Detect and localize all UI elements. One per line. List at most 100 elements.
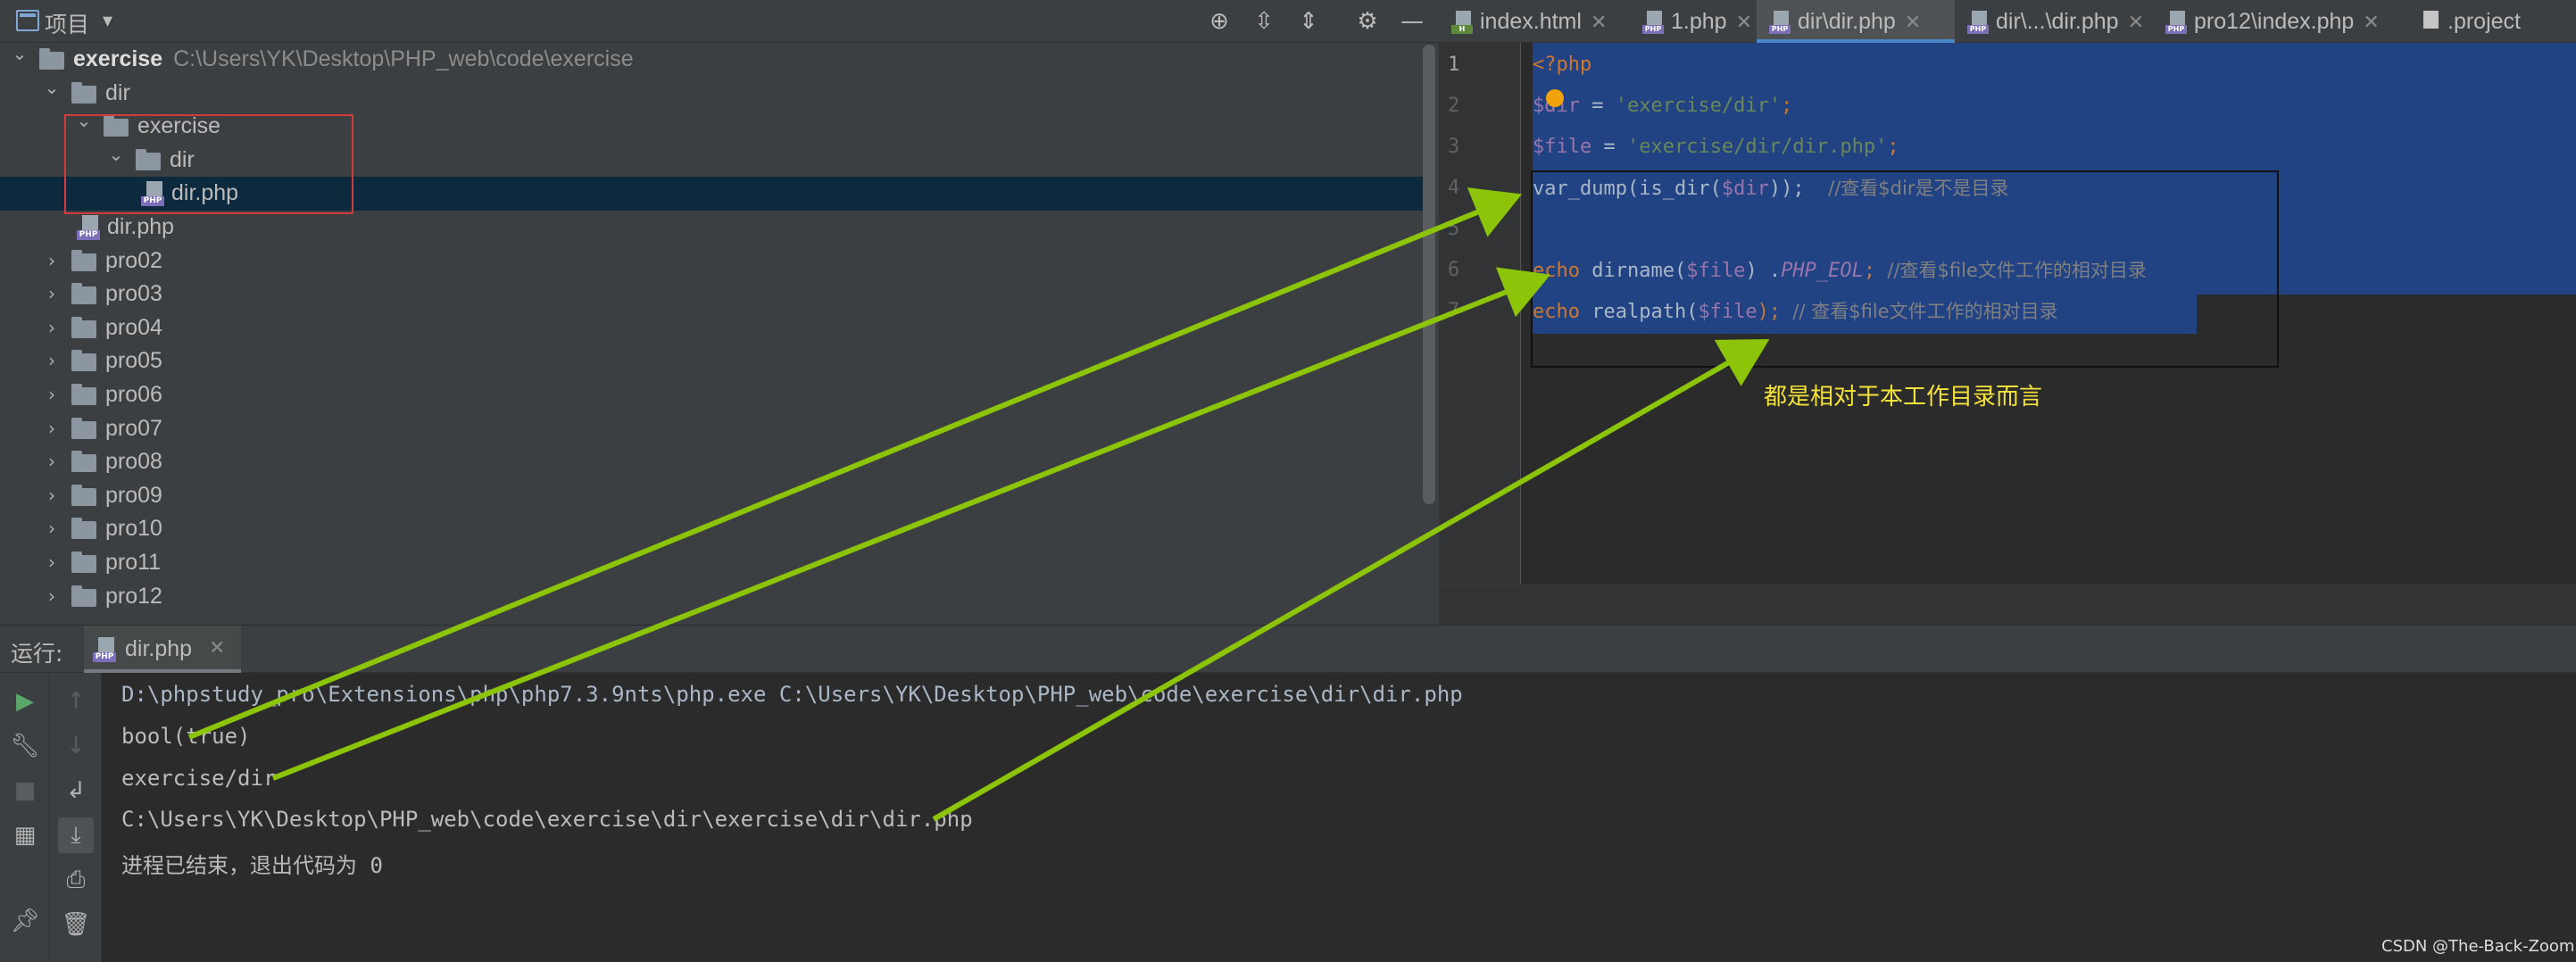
- tree-folder-item[interactable]: › pro12: [0, 580, 1425, 614]
- tree-item-label: dir.php: [107, 214, 175, 239]
- collapse-all-icon[interactable]: ⇕: [1294, 7, 1323, 36]
- gear-icon[interactable]: ⚙: [1353, 7, 1382, 36]
- tree-item-label: pro03: [105, 281, 162, 307]
- folder-icon: [71, 81, 96, 104]
- highlight-box: [1531, 170, 2279, 368]
- expand-all-icon[interactable]: ⇳: [1250, 7, 1278, 36]
- line-number: 6: [1448, 259, 1460, 281]
- tab-project-file[interactable]: .project: [2406, 0, 2521, 43]
- console-line: bool(true): [121, 724, 251, 749]
- tab-dir-nested-dir-php[interactable]: PHP dir\...\dir.php ✕: [1955, 0, 2144, 43]
- tree-folder-item[interactable]: › pro06: [0, 378, 1425, 412]
- close-icon[interactable]: ✕: [1591, 12, 1607, 34]
- tree-item-label: pro08: [105, 449, 162, 475]
- chevron-down-icon[interactable]: ▾: [103, 9, 112, 32]
- code-editor[interactable]: 1 2 3 4 5 6 7 <?php $dir = 'exercise/dir…: [1439, 43, 2576, 625]
- chevron-right-icon[interactable]: ›: [41, 245, 62, 278]
- tab-pro12-index-php[interactable]: PHP pro12\index.php ✕: [2153, 0, 2380, 43]
- chevron-right-icon[interactable]: ›: [41, 278, 62, 311]
- arrow-up-icon[interactable]: ↑: [58, 684, 94, 719]
- line-number: 2: [1448, 95, 1460, 117]
- folder-icon: [71, 585, 96, 607]
- php-file-icon: PHP: [1769, 11, 1791, 34]
- chevron-right-icon[interactable]: ›: [41, 546, 62, 580]
- project-pane: 项目 ▾ ⊕ ⇳ ⇕ ⚙ — ⌄ exercise C:\Users\YK\Desk…: [0, 0, 1439, 625]
- chevron-down-icon[interactable]: ⌄: [9, 37, 30, 71]
- php-file-icon: PHP: [2165, 11, 2187, 34]
- folder-icon: [71, 384, 96, 405]
- run-tab[interactable]: PHP dir.php ✕: [84, 626, 241, 674]
- layout-icon[interactable]: ▦: [7, 817, 43, 853]
- tree-folder-item[interactable]: › pro05: [0, 344, 1425, 378]
- project-header: 项目 ▾ ⊕ ⇳ ⇕ ⚙ —: [0, 0, 1439, 43]
- locate-icon[interactable]: ⊕: [1205, 7, 1234, 36]
- hide-icon[interactable]: —: [1398, 7, 1426, 36]
- tree-folder-item[interactable]: › pro04: [0, 311, 1425, 345]
- tree-folder-item[interactable]: › pro10: [0, 512, 1425, 546]
- close-icon[interactable]: ✕: [1905, 12, 1921, 34]
- line-number: 4: [1448, 177, 1460, 199]
- tree-folder-item[interactable]: › pro09: [0, 479, 1425, 513]
- folder-icon: [71, 551, 96, 573]
- tab-dir-dir-php[interactable]: PHP dir\dir.php ✕: [1757, 0, 1955, 43]
- tree-item-label: pro11: [105, 550, 162, 575]
- watermark: CSDN @The-Back-Zoom: [2381, 937, 2575, 956]
- wrench-icon[interactable]: 🔧︎: [7, 728, 43, 764]
- run-header: 运行: PHP dir.php ✕: [0, 625, 2576, 674]
- tree-item-label: pro02: [105, 247, 162, 273]
- line-number: 3: [1448, 136, 1460, 158]
- pin-icon[interactable]: 📌︎: [7, 903, 43, 939]
- lightbulb-icon[interactable]: [1546, 89, 1564, 107]
- chevron-right-icon[interactable]: ›: [41, 344, 62, 378]
- trash-icon[interactable]: 🗑︎: [58, 907, 94, 942]
- arrow-down-icon[interactable]: ↓: [58, 728, 94, 764]
- project-title[interactable]: 项目: [45, 7, 89, 39]
- tree-item-label: pro10: [105, 516, 162, 542]
- tree-scrollbar[interactable]: [1423, 45, 1435, 504]
- folder-icon: [71, 350, 96, 372]
- php-file-icon: PHP: [1967, 11, 1989, 34]
- tree-folder-item[interactable]: › pro07: [0, 412, 1425, 446]
- tree-item-label: pro07: [105, 415, 162, 441]
- chevron-right-icon[interactable]: ›: [41, 378, 62, 412]
- close-icon[interactable]: ✕: [1736, 12, 1752, 34]
- run-toolbar: ▶ 🔧︎ ■ ▦ 📌︎: [0, 673, 50, 962]
- rerun-icon[interactable]: ▶: [7, 684, 43, 719]
- scroll-to-end-icon[interactable]: ⤓: [58, 817, 94, 853]
- editor-tab-bar: H index.html ✕ PHP 1.php ✕ PHP dir\dir.php…: [1439, 0, 2576, 43]
- tree-item-path: C:\Users\YK\Desktop\PHP_web\code\exercis…: [173, 46, 634, 71]
- close-icon[interactable]: ✕: [2363, 12, 2379, 34]
- folder-icon: [71, 451, 96, 473]
- close-icon[interactable]: ✕: [209, 637, 225, 659]
- folder-icon: [71, 249, 96, 271]
- console-output[interactable]: D:\phpstudy_pro\Extensions\php\php7.3.9n…: [102, 673, 2576, 962]
- tab-index-html[interactable]: H index.html ✕: [1439, 0, 1607, 43]
- print-icon[interactable]: ⎙: [58, 862, 94, 898]
- line-number: 1: [1448, 54, 1460, 76]
- tree-folder-item[interactable]: › pro02: [0, 245, 1425, 278]
- chevron-right-icon[interactable]: ›: [41, 311, 62, 345]
- tree-item-label: exercise C:\Users\YK\Desktop\PHP_web\code…: [73, 46, 634, 71]
- tree-folder-item[interactable]: › pro11: [0, 546, 1425, 580]
- tree-folder-item[interactable]: › pro03: [0, 278, 1425, 311]
- editor-footer: [1439, 585, 2576, 625]
- tree-file-item[interactable]: PHP dir.php: [0, 211, 1425, 245]
- tree-folder-item[interactable]: ⌄ exercise C:\Users\YK\Desktop\PHP_web\cod…: [0, 43, 1425, 77]
- tree-folder-item[interactable]: ⌄ dir: [0, 77, 1425, 111]
- soft-wrap-icon[interactable]: ↲: [58, 773, 94, 809]
- folder-icon: [71, 316, 96, 338]
- chevron-right-icon[interactable]: ›: [41, 512, 62, 546]
- chevron-right-icon[interactable]: ›: [41, 445, 62, 479]
- chevron-right-icon[interactable]: ›: [41, 412, 62, 446]
- tree-folder-item[interactable]: › pro08: [0, 445, 1425, 479]
- stop-icon[interactable]: ■: [7, 773, 43, 809]
- code-line-2: $dir = 'exercise/dir';: [1533, 95, 1793, 117]
- tab-1-php[interactable]: PHP 1.php ✕: [1630, 0, 1752, 43]
- chevron-down-icon[interactable]: ⌄: [41, 71, 62, 105]
- chevron-right-icon[interactable]: ›: [41, 479, 62, 513]
- close-icon[interactable]: ✕: [2128, 12, 2144, 34]
- php-file-icon: PHP: [1642, 11, 1664, 34]
- project-window-icon: [16, 10, 39, 31]
- folder-icon: [71, 283, 96, 305]
- chevron-right-icon[interactable]: ›: [41, 580, 62, 614]
